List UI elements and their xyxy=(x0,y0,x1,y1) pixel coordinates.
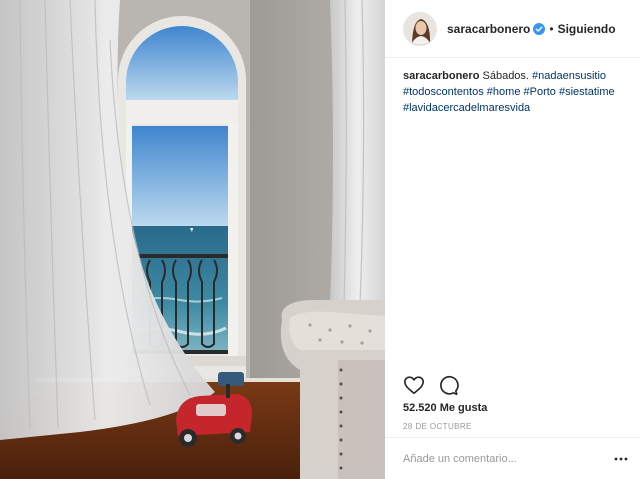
post-actions xyxy=(403,374,459,396)
post-caption: saracarbonero Sábados. #nadaensusitio #t… xyxy=(403,68,631,116)
post-date: 28 DE OCTUBRE xyxy=(403,422,472,431)
avatar-image xyxy=(404,12,436,45)
post-photo[interactable] xyxy=(0,0,385,479)
hashtag-link[interactable]: #nadaensusitio xyxy=(532,70,606,82)
comment-input[interactable] xyxy=(403,452,612,465)
caption-text: Sábados. xyxy=(482,70,529,82)
header-text: saracarbonero • Siguiendo xyxy=(447,22,616,36)
avatar[interactable] xyxy=(403,11,437,46)
verified-badge-icon xyxy=(533,22,546,35)
hashtag-link[interactable]: #todoscontentos xyxy=(403,86,484,98)
hashtag-link[interactable]: #siestatime xyxy=(559,86,615,98)
likes-count[interactable]: 52.520 Me gusta xyxy=(403,402,487,414)
hashtag-link[interactable]: #Porto xyxy=(524,86,556,98)
hashtag-link[interactable]: #lavidacercadelmaresvida xyxy=(403,102,530,114)
caption-username-link[interactable]: saracarbonero xyxy=(403,70,479,82)
post-header: saracarbonero • Siguiendo xyxy=(385,0,640,58)
photo-image xyxy=(0,0,385,479)
following-button[interactable]: Siguiendo xyxy=(558,22,616,36)
post-side-panel: saracarbonero • Siguiendo saracarbonero … xyxy=(385,0,640,479)
hashtag-link[interactable]: #home xyxy=(487,86,521,98)
ellipsis-icon[interactable] xyxy=(612,454,630,464)
comment-bar xyxy=(385,437,640,479)
speech-bubble-icon[interactable] xyxy=(437,374,459,396)
username-link[interactable]: saracarbonero xyxy=(447,22,530,36)
separator-dot: • xyxy=(549,21,554,36)
heart-outline-icon[interactable] xyxy=(403,374,425,396)
